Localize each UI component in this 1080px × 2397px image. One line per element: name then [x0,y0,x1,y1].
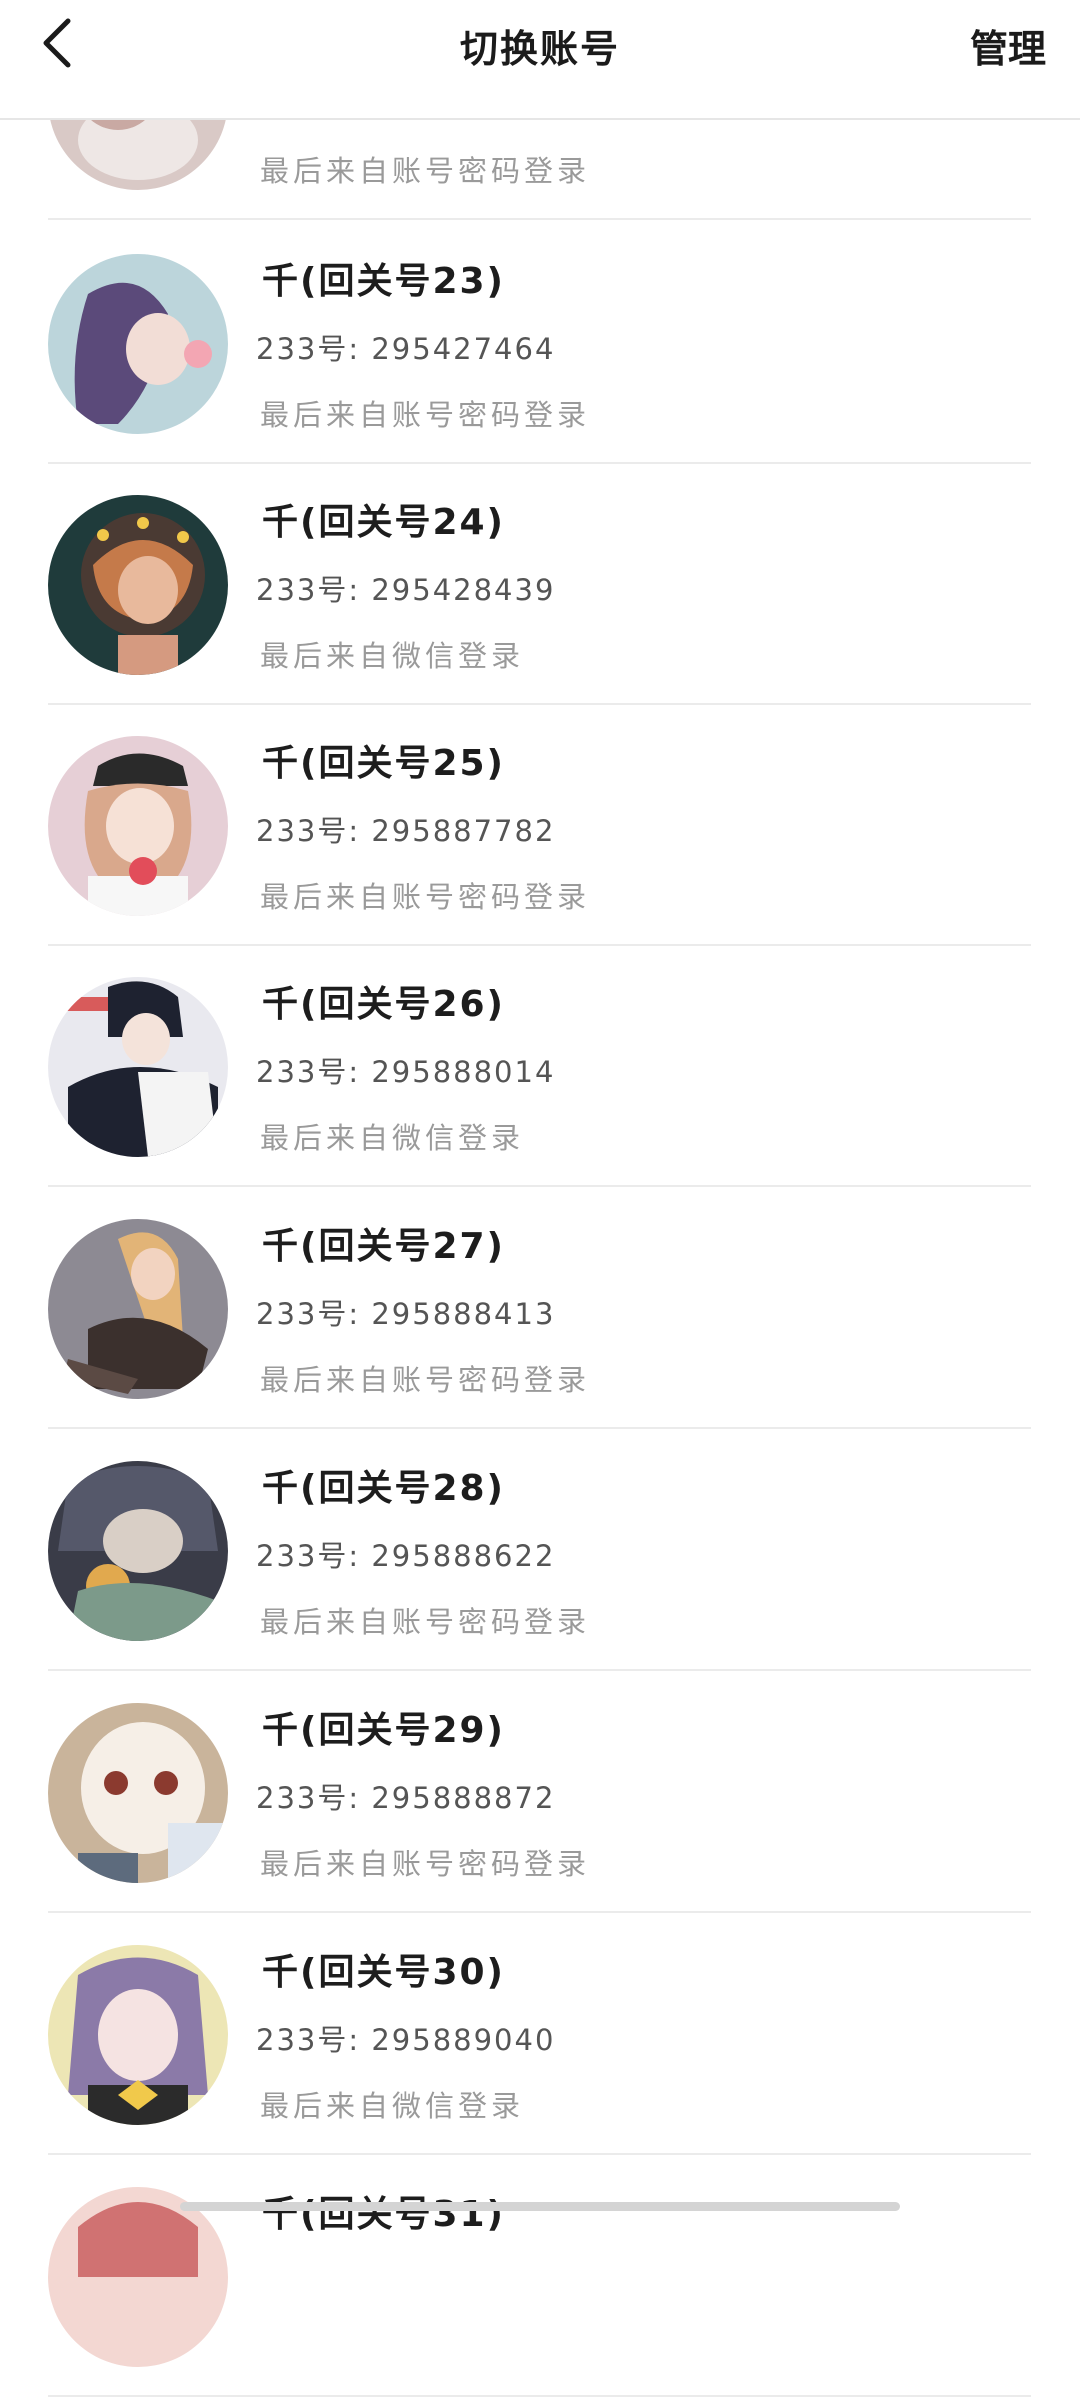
account-item[interactable]: 千(回关号29) 233号: 295888872 最后来自账号密码登录 [48,1671,1031,1913]
last-login-method: 最后来自账号密码登录 [260,154,591,188]
account-name: 千(回关号30) [262,1952,506,1993]
avatar [48,736,228,916]
account-name: 千(回关号27) [262,1226,506,1267]
avatar [48,1945,228,2125]
avatar [48,495,228,675]
account-item[interactable]: 千(回关号27) 233号: 295888413 最后来自账号密码登录 [48,1187,1031,1429]
last-login-method: 最后来自微信登录 [260,1121,525,1155]
account-name: 千(回关号24) [262,502,506,543]
account-name: 千(回关号25) [262,743,506,784]
scrollbar[interactable] [180,2202,900,2211]
top-bar: 切换账号 管理 [0,0,1080,120]
last-login-method: 最后来自账号密码登录 [260,1363,591,1397]
account-item[interactable]: 千(回关号30) 233号: 295889040 最后来自微信登录 [48,1913,1031,2155]
account-item[interactable]: 千(回关号24) 233号: 295428439 最后来自微信登录 [48,463,1031,705]
account-item[interactable]: 千(回关号26) 233号: 295888014 最后来自微信登录 [48,945,1031,1187]
page-title: 切换账号 [459,26,620,71]
account-name: 千(回关号28) [262,1468,506,1509]
account-id: 233号: 295889040 [256,2023,556,2057]
last-login-method: 最后来自账号密码登录 [260,1605,591,1639]
account-id: 233号: 295888622 [256,1539,556,1573]
avatar [48,2187,228,2367]
account-id: 233号: 295887782 [256,814,556,848]
last-login-method: 最后来自微信登录 [260,639,525,673]
last-login-method: 最后来自账号密码登录 [260,1847,591,1881]
avatar [48,1219,228,1399]
last-login-method: 最后来自微信登录 [260,2089,525,2123]
account-item[interactable]: 千(回关号25) 233号: 295887782 最后来自账号密码登录 [48,704,1031,946]
avatar [48,1461,228,1641]
manage-button[interactable]: 管理 [970,0,1046,90]
account-id: 233号: 295888413 [256,1297,556,1331]
account-id: 233号: 295428439 [256,573,556,607]
account-item[interactable]: 千(回关号23) 233号: 295427464 最后来自账号密码登录 [48,222,1031,464]
account-id: 233号: 295888872 [256,1781,556,1815]
account-name: 千(回关号26) [262,984,506,1025]
account-name: 千(回关号29) [262,1710,506,1751]
account-id: 233号: 295888014 [256,1055,556,1089]
account-item[interactable]: 千(回关号28) 233号: 295888622 最后来自账号密码登录 [48,1429,1031,1671]
account-id: 233号: 295427464 [256,332,556,366]
last-login-method: 最后来自账号密码登录 [260,880,591,914]
account-name: 千(回关号31) [262,2194,506,2235]
avatar [48,977,228,1157]
avatar [48,1703,228,1883]
account-item[interactable]: 千(回关号31) [48,2155,1031,2397]
account-list: 最后来自账号密码登录 千(回关号23) 233号: 295427464 最后来自… [0,0,1080,2397]
account-name: 千(回关号23) [262,261,506,302]
last-login-method: 最后来自账号密码登录 [260,398,591,432]
avatar [48,254,228,434]
